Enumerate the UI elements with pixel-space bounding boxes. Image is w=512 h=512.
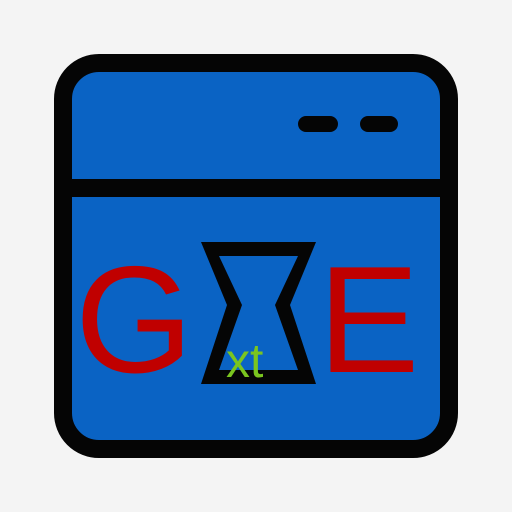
logo-letter-g: G [75, 235, 193, 405]
app-window-icon: G E xt [54, 54, 458, 458]
gxte-app-icon: G E xt [0, 0, 512, 512]
window-control-dash-right [360, 116, 398, 132]
hourglass-text: xt [226, 335, 263, 388]
window-control-dash-left [298, 116, 338, 132]
logo-letter-e: E [318, 235, 419, 405]
